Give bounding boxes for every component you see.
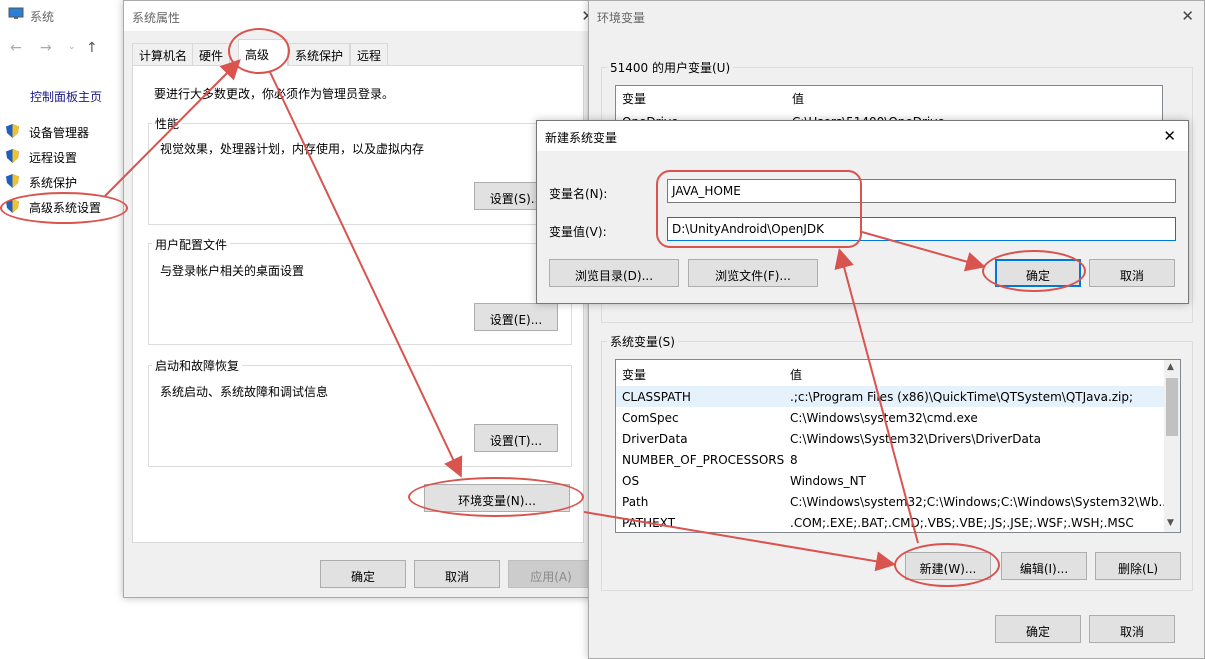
arrow-to-new-button <box>583 511 896 572</box>
annotation-arrows <box>104 59 986 572</box>
arrow-to-advanced-tab <box>104 59 241 197</box>
arrow-to-input-fields <box>834 248 919 544</box>
arrow-to-env-button <box>269 71 463 478</box>
arrow-to-ok-button <box>861 231 986 272</box>
